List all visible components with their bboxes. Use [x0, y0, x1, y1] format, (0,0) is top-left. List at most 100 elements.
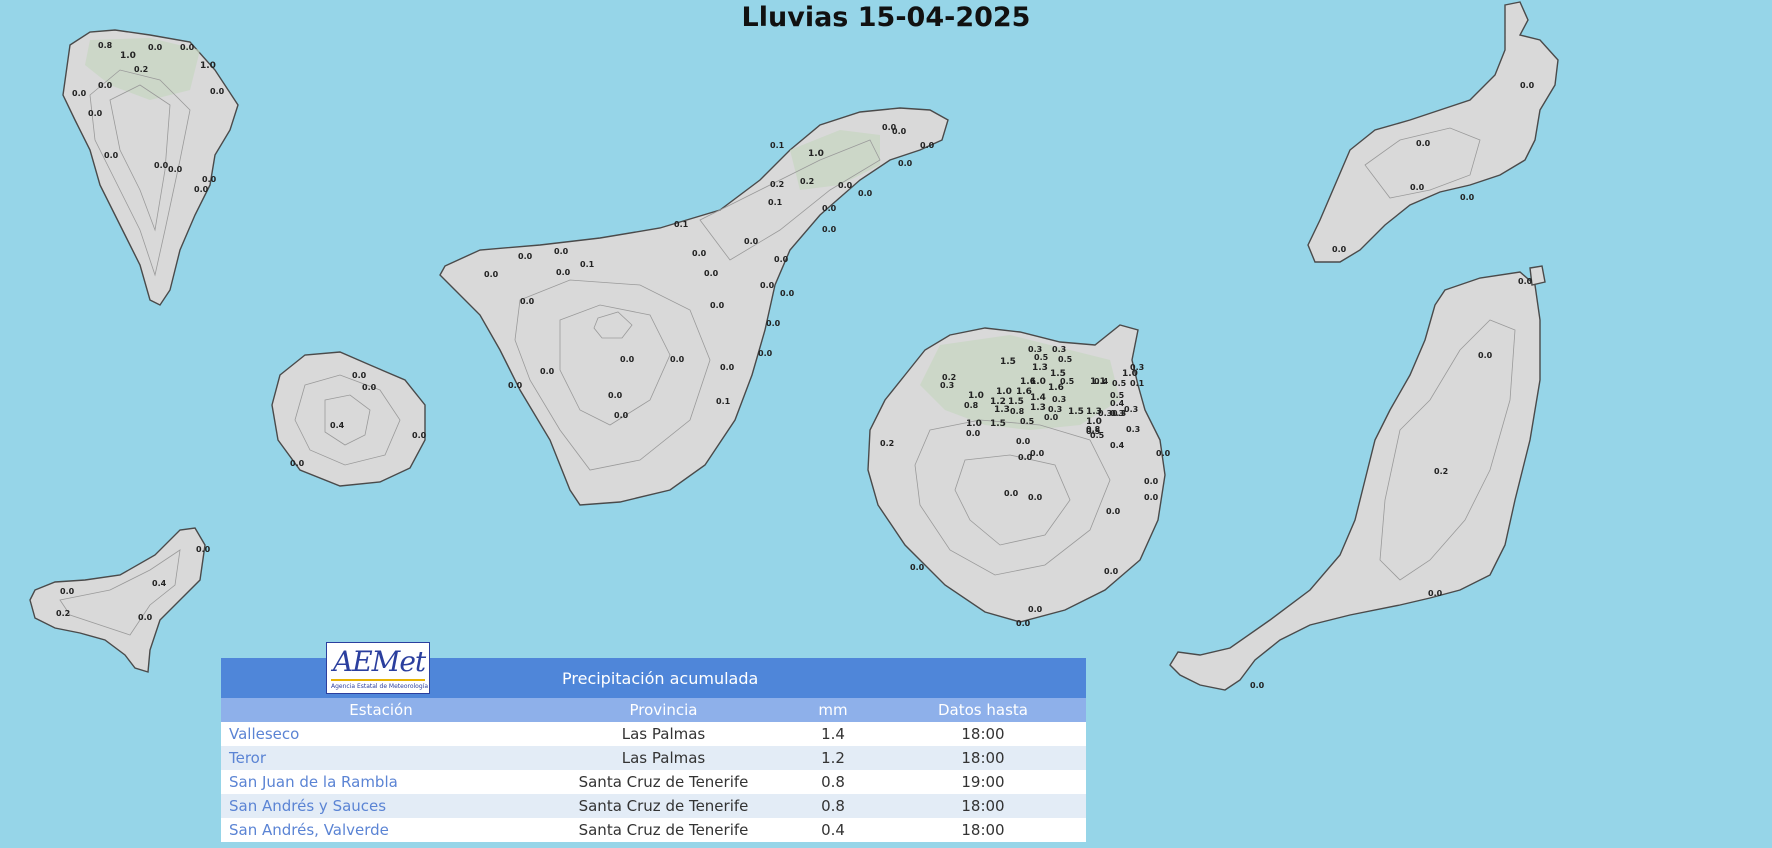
rainfall-label: 0.0: [1478, 351, 1493, 360]
rainfall-label: 1.6: [1020, 377, 1036, 387]
column-header-station: Estación: [221, 698, 541, 722]
rainfall-label: 0.0: [1016, 619, 1031, 628]
station-link[interactable]: San Juan de la Rambla: [221, 770, 541, 794]
rainfall-label: 1.0: [968, 391, 984, 401]
rainfall-label: 0.0: [910, 563, 925, 572]
mm-cell: 0.4: [786, 818, 880, 842]
time-cell: 19:00: [880, 770, 1086, 794]
rainfall-label: 0.0: [1028, 493, 1043, 502]
rainfall-label: 0.0: [484, 270, 499, 279]
table-row: Valleseco Las Palmas 1.4 18:00: [221, 722, 1086, 746]
rainfall-label: 0.0: [508, 381, 523, 390]
time-cell: 18:00: [880, 746, 1086, 770]
rainfall-label: 0.1: [768, 198, 783, 207]
mm-cell: 0.8: [786, 794, 880, 818]
rainfall-label: 0.0: [194, 185, 209, 194]
rainfall-label: 0.0: [1460, 193, 1475, 202]
rainfall-label: 0.2: [800, 177, 814, 186]
precipitation-table: Estación Provincia mm Datos hasta Valles…: [221, 698, 1086, 842]
rainfall-label: 0.4: [1110, 399, 1125, 408]
rainfall-label: 0.0: [766, 319, 781, 328]
rainfall-label: 0.0: [1030, 449, 1045, 458]
rainfall-label: 0.3: [1098, 409, 1112, 418]
rainfall-label: 0.0: [1044, 413, 1059, 422]
rainfall-label: 1.5: [1008, 397, 1024, 407]
rainfall-label: 0.0: [1144, 477, 1159, 486]
table-title: Precipitación acumulada: [562, 668, 759, 688]
rainfall-label: 0.0: [822, 204, 837, 213]
rainfall-label: 0.3: [940, 381, 954, 390]
rainfall-label: 0.1: [1130, 379, 1145, 388]
rainfall-label: 0.4: [1110, 441, 1125, 450]
time-cell: 18:00: [880, 722, 1086, 746]
rainfall-label: 0.5: [1060, 377, 1075, 386]
rainfall-label: 0.5: [1112, 379, 1127, 388]
rainfall-label: 0.1: [674, 220, 689, 229]
rainfall-label: 0.0: [1104, 567, 1119, 576]
rainfall-label: 0.8: [1010, 407, 1025, 416]
rainfall-label: 0.5: [1020, 417, 1035, 426]
table-row: San Juan de la Rambla Santa Cruz de Tene…: [221, 770, 1086, 794]
table-header-row: Estación Provincia mm Datos hasta: [221, 698, 1086, 722]
rainfall-label: 0.5: [1058, 355, 1073, 364]
rainfall-label: 0.0: [362, 383, 377, 392]
aemet-logo[interactable]: AEMet Agencia Estatal de Meteorología: [326, 642, 430, 694]
rainfall-label: 0.0: [1428, 589, 1443, 598]
rainfall-label: 1.0: [200, 61, 216, 71]
rainfall-label: 0.3: [1048, 405, 1062, 414]
rainfall-label: 0.3: [1112, 409, 1126, 418]
rainfall-label: 0.0: [692, 249, 707, 258]
logo-bar: [331, 679, 425, 681]
rainfall-label: 0.0: [744, 237, 759, 246]
rainfall-label: 0.0: [168, 165, 183, 174]
mm-cell: 0.8: [786, 770, 880, 794]
station-link[interactable]: Teror: [221, 746, 541, 770]
station-link[interactable]: San Andrés y Sauces: [221, 794, 541, 818]
rainfall-label: 1.5: [990, 419, 1006, 429]
logo-subtitle: Agencia Estatal de Meteorología: [331, 683, 428, 690]
rainfall-label: 0.0: [412, 431, 427, 440]
rainfall-label: 0.0: [898, 159, 913, 168]
rainfall-label: 0.0: [670, 355, 685, 364]
rainfall-label: 0.0: [614, 411, 629, 420]
rainfall-label: 0.0: [710, 301, 725, 310]
rainfall-label: 0.0: [1016, 437, 1031, 446]
rainfall-label: 0.8: [964, 401, 979, 410]
rainfall-label: 0.2: [1434, 467, 1448, 476]
province-cell: Las Palmas: [541, 746, 786, 770]
rainfall-label: 0.4: [152, 579, 167, 588]
column-header-province: Provincia: [541, 698, 786, 722]
rainfall-label: 0.0: [966, 429, 981, 438]
lanzarote-island: [1307, 1, 1559, 263]
rainfall-label: 0.0: [210, 87, 225, 96]
station-link[interactable]: Valleseco: [221, 722, 541, 746]
rainfall-label: 0.8: [98, 41, 113, 50]
rainfall-label: 0.1: [770, 141, 785, 150]
station-link[interactable]: San Andrés, Valverde: [221, 818, 541, 842]
rainfall-label: 0.0: [60, 587, 75, 596]
table-row: San Andrés y Sauces Santa Cruz de Teneri…: [221, 794, 1086, 818]
rainfall-label: 0.0: [1106, 507, 1121, 516]
rainfall-label: 0.0: [892, 127, 907, 136]
rainfall-label: 0.3: [1126, 425, 1140, 434]
rainfall-label: 1.3: [1032, 363, 1048, 373]
rainfall-label: 0.0: [202, 175, 217, 184]
rainfall-label: 0.0: [1520, 81, 1535, 90]
rainfall-label: 0.0: [1410, 183, 1425, 192]
rainfall-label: 0.0: [858, 189, 873, 198]
rainfall-label: 0.0: [608, 391, 623, 400]
rainfall-label: 0.2: [56, 609, 70, 618]
rainfall-label: 0.0: [352, 371, 367, 380]
rainfall-label: 0.2: [134, 65, 148, 74]
rainfall-label: 0.0: [1518, 277, 1533, 286]
rainfall-label: 0.0: [822, 225, 837, 234]
el-hierro-island: [29, 527, 206, 673]
column-header-mm: mm: [786, 698, 880, 722]
rainfall-label: 1.3: [994, 405, 1010, 415]
rainfall-label: 0.0: [704, 269, 719, 278]
rainfall-label: 0.0: [720, 363, 735, 372]
column-header-time: Datos hasta: [880, 698, 1086, 722]
rainfall-label: 0.0: [290, 459, 305, 468]
rainfall-label: 0.0: [518, 252, 533, 261]
rainfall-label: 0.0: [620, 355, 635, 364]
